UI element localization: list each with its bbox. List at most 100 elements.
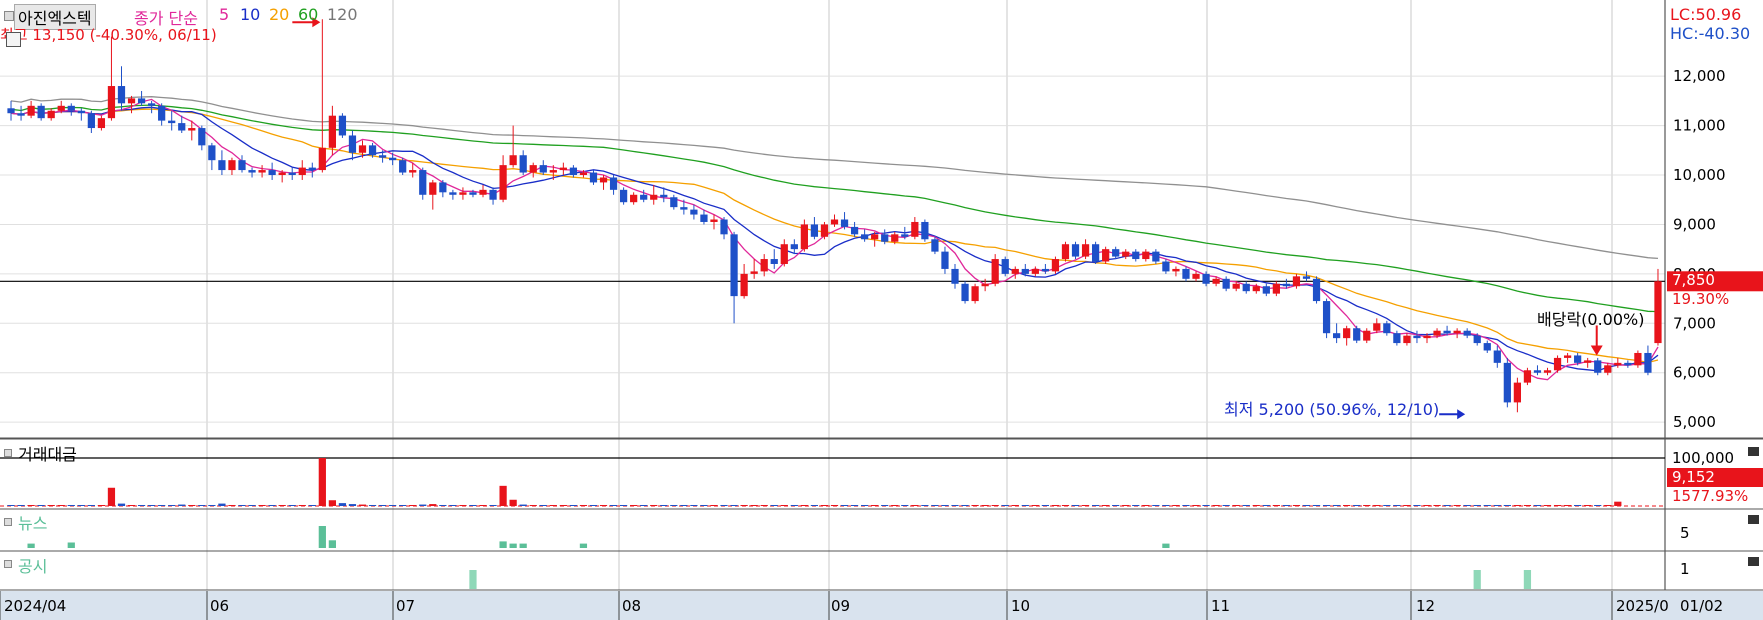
volume-bar: [1543, 505, 1552, 506]
volume-bar: [1523, 505, 1532, 506]
volume-bar: [961, 505, 969, 506]
high-marker-label: 최고 13,150 (-40.30%, 06/11): [0, 26, 217, 44]
volume-bar: [911, 505, 919, 506]
candle-body: [690, 209, 698, 215]
candle-body: [268, 170, 276, 176]
volume-bar: [389, 505, 397, 506]
volume-panel-close-icon[interactable]: [1748, 447, 1759, 456]
calendar-icon[interactable]: [6, 32, 21, 47]
news-panel-box-icon[interactable]: [4, 518, 12, 526]
candle-body: [871, 234, 879, 240]
candle-body: [17, 113, 25, 116]
candle-body: [1624, 362, 1632, 366]
candle-body: [1132, 251, 1140, 260]
volume-panel-box-icon[interactable]: [4, 449, 12, 457]
candle-body: [1112, 249, 1120, 257]
volume-bar: [650, 505, 658, 506]
volume-bar: [1493, 505, 1501, 506]
candle-body: [680, 207, 688, 210]
volume-bar: [449, 505, 457, 506]
volume-bar: [1172, 505, 1180, 506]
disclosure-bar: [1473, 570, 1481, 589]
volume-bar: [509, 499, 517, 506]
ma120-label: 120: [327, 5, 358, 24]
volume-bar: [57, 505, 65, 506]
candle-body: [961, 283, 969, 302]
candle-body: [1242, 283, 1250, 292]
volume-bar: [127, 505, 136, 506]
disclosure-panel-close-icon[interactable]: [1748, 557, 1759, 566]
volume-bar: [1262, 505, 1270, 506]
volume-bar: [780, 505, 788, 506]
volume-bar: [850, 505, 859, 506]
y-tick-label: 9,000: [1673, 215, 1716, 233]
candle-body: [328, 115, 336, 148]
candle-body: [1001, 259, 1009, 274]
candle-body: [881, 234, 889, 242]
volume-bar: [710, 505, 718, 506]
volume-bar: [67, 505, 75, 506]
candle-body: [710, 219, 718, 222]
candle-body: [1373, 323, 1381, 331]
volume-bar: [539, 505, 547, 506]
candle-body: [981, 283, 989, 287]
volume-bar: [348, 504, 357, 506]
volume-bar: [1453, 505, 1461, 506]
volume-bar: [981, 505, 989, 506]
candle-body: [810, 224, 819, 237]
candle-body: [670, 197, 678, 208]
x-axis-label: 08: [622, 597, 642, 615]
current-price-label: 7,850: [1672, 271, 1715, 289]
hc-label: HC:-40.30: [1670, 24, 1751, 43]
candle-body: [1563, 355, 1572, 358]
candle-body: [288, 172, 296, 176]
volume-bar: [188, 505, 196, 506]
volume-bar: [931, 505, 939, 506]
volume-bar: [1393, 505, 1401, 506]
volume-bar: [469, 505, 477, 506]
stock-chart: 12,00011,00010,0009,0008,0007,0006,0005,…: [0, 0, 1763, 620]
candle-body: [780, 244, 788, 264]
volume-bar: [208, 505, 216, 506]
disclosure-panel-box-icon[interactable]: [4, 560, 12, 568]
menu-box-icon[interactable]: [4, 11, 14, 21]
volume-bar: [1272, 505, 1280, 506]
candle-body: [1553, 357, 1562, 371]
y-tick-label: 12,000: [1673, 67, 1726, 85]
volume-bar: [168, 505, 176, 506]
x-axis-label: 12: [1416, 597, 1436, 615]
volume-bar: [87, 505, 95, 506]
y-tick-label: 5,000: [1673, 413, 1716, 431]
volume-bar: [117, 503, 126, 506]
candle-body: [389, 157, 397, 161]
candle-body: [1634, 352, 1642, 366]
candle-body: [479, 189, 487, 195]
candle-body: [27, 105, 35, 116]
candle-body: [700, 214, 708, 222]
volume-bar: [971, 505, 979, 506]
volume-bar: [1383, 505, 1391, 506]
candle-body: [549, 170, 557, 173]
y-tick-label: 11,000: [1673, 117, 1726, 135]
ma5-label: 5: [219, 5, 230, 24]
candle-body: [278, 172, 286, 176]
volume-bar: [770, 505, 778, 506]
volume-bar: [1403, 505, 1411, 506]
candle-body: [218, 160, 226, 171]
volume-bar: [238, 505, 246, 506]
volume-bar: [1443, 505, 1451, 506]
candle-body: [7, 108, 15, 114]
candle-body: [37, 105, 45, 119]
volume-bar: [308, 505, 316, 506]
volume-bar: [1212, 505, 1220, 506]
volume-bar: [1503, 505, 1511, 506]
news-panel-close-icon[interactable]: [1748, 515, 1759, 524]
volume-bar: [1574, 505, 1582, 506]
volume-bar: [951, 505, 959, 506]
volume-bar: [499, 485, 507, 506]
candle-body: [1182, 268, 1190, 279]
volume-bar: [1061, 505, 1070, 506]
volume-bar: [1463, 505, 1471, 506]
volume-bar: [1232, 505, 1240, 506]
candle-body: [720, 219, 728, 235]
